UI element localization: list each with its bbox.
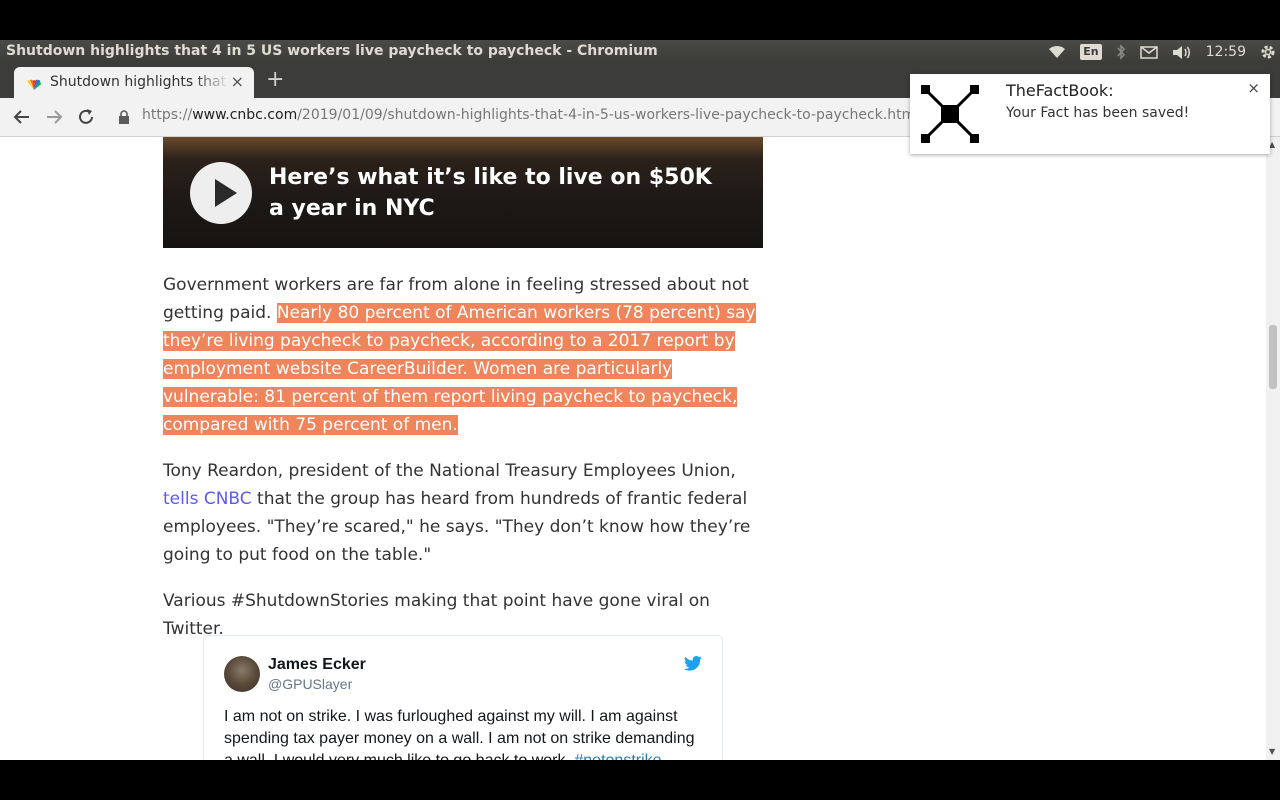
- window-title-bar: Shutdown highlights that 4 in 5 US worke…: [0, 40, 1280, 64]
- tab-active[interactable]: Shutdown highlights that 4 in 5 US worke…: [14, 67, 254, 98]
- clock[interactable]: 12:59: [1206, 44, 1246, 60]
- tweet-text: I am not on strike. I was furloughed aga…: [224, 706, 704, 760]
- tab-title: Shutdown highlights that 4 in 5 US worke…: [50, 74, 230, 90]
- notification-popup[interactable]: TheFactBook: Your Fact has been saved! ×: [910, 74, 1270, 154]
- tweet-hashtag-link[interactable]: #notonstrike: [574, 752, 661, 760]
- wifi-icon[interactable]: [1048, 45, 1066, 59]
- keyboard-layout-indicator[interactable]: En: [1080, 44, 1102, 60]
- avatar[interactable]: [224, 656, 260, 692]
- twitter-bird-icon[interactable]: [684, 656, 702, 675]
- lock-icon[interactable]: [118, 109, 130, 128]
- tweet-author-name[interactable]: James Ecker: [268, 656, 366, 674]
- screen-border-bottom: [0, 760, 1280, 800]
- new-tab-button[interactable]: +: [266, 68, 284, 92]
- volume-icon[interactable]: [1172, 45, 1192, 60]
- reload-icon[interactable]: [76, 107, 96, 131]
- screen-border-top: [0, 0, 1280, 40]
- paragraph-text: Tony Reardon, president of the National …: [163, 461, 736, 481]
- video-title[interactable]: Here’s what it’s like to live on $50K a …: [269, 162, 729, 224]
- notification-message: Your Fact has been saved!: [1006, 105, 1190, 121]
- paragraph-text: that the group has heard from hundreds o…: [163, 489, 751, 565]
- page-content: Here’s what it’s like to live on $50K a …: [0, 137, 1266, 760]
- address-bar[interactable]: https://www.cnbc.com/2019/01/09/shutdown…: [142, 107, 919, 123]
- factbook-logo-icon: [920, 84, 980, 148]
- url-host: www.cnbc.com: [192, 107, 298, 123]
- notification-title: TheFactBook:: [1006, 81, 1114, 100]
- system-tray: En 12:59: [1034, 40, 1280, 64]
- settings-gear-icon[interactable]: [1260, 44, 1276, 60]
- url-path: /2019/01/09/shutdown-highlights-that-4-i…: [297, 107, 920, 123]
- play-icon[interactable]: [190, 162, 252, 224]
- notification-close-icon[interactable]: ×: [1247, 79, 1260, 97]
- page-scrollbar[interactable]: ▲ ▼: [1266, 137, 1280, 760]
- mail-icon[interactable]: [1139, 45, 1158, 59]
- video-player[interactable]: Here’s what it’s like to live on $50K a …: [163, 137, 763, 248]
- cnbc-peacock-icon: [26, 76, 42, 95]
- forward-arrow-icon[interactable]: [44, 107, 64, 131]
- article-paragraph: Government workers are far from alone in…: [163, 271, 763, 439]
- tweet-author-handle[interactable]: @GPUSlayer: [268, 676, 352, 692]
- scroll-down-arrow-icon[interactable]: ▼: [1269, 747, 1275, 756]
- scrollbar-thumb[interactable]: [1269, 325, 1277, 389]
- article-paragraph: Tony Reardon, president of the National …: [163, 457, 763, 569]
- embedded-tweet[interactable]: James Ecker @GPUSlayer I am not on strik…: [203, 635, 723, 760]
- url-scheme: https://: [142, 107, 193, 123]
- tells-cnbc-link[interactable]: tells CNBC: [163, 489, 252, 509]
- back-arrow-icon[interactable]: [12, 107, 32, 131]
- bluetooth-icon[interactable]: [1116, 44, 1126, 60]
- tab-close-icon[interactable]: ×: [231, 72, 244, 91]
- window-title: Shutdown highlights that 4 in 5 US worke…: [6, 43, 658, 59]
